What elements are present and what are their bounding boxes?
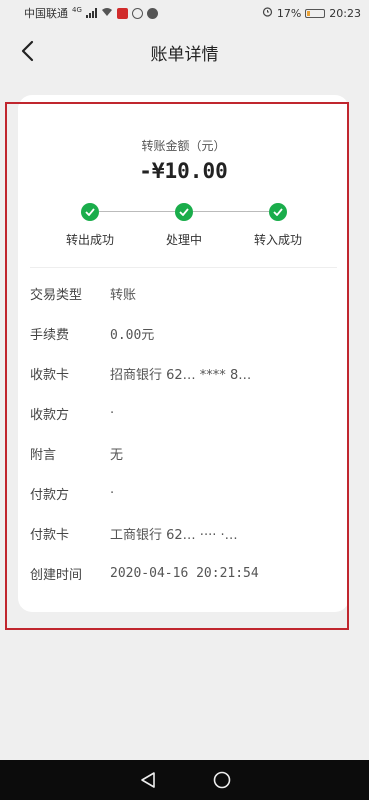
wifi-icon	[101, 7, 113, 20]
status-bar-right: 17% 20:23	[262, 6, 361, 20]
highlight-box	[5, 102, 349, 630]
title-bar: 账单详情	[0, 26, 369, 78]
chevron-left-icon	[21, 40, 34, 62]
signal-icon	[85, 8, 97, 18]
page-title: 账单详情	[150, 44, 219, 65]
nav-back-button[interactable]	[137, 769, 159, 791]
triangle-back-icon	[140, 772, 155, 788]
app-notification-icon	[116, 7, 128, 19]
chat-notification-icon	[146, 7, 158, 19]
alarm-icon	[262, 6, 273, 20]
circle-home-icon	[213, 771, 230, 789]
back-button[interactable]	[12, 36, 42, 66]
battery-percent: 17%	[276, 6, 302, 20]
status-bar-left: 中国联通 4G	[24, 5, 158, 21]
battery-icon	[305, 8, 326, 18]
network-type: 4G	[72, 6, 82, 14]
system-nav-bar	[0, 760, 369, 800]
carrier-name: 中国联通	[24, 7, 68, 20]
clock: 20:23	[329, 6, 361, 20]
status-bar: 中国联通 4G 17% 20:23	[0, 0, 369, 26]
sync-notification-icon	[131, 7, 143, 19]
nav-home-button[interactable]	[211, 769, 233, 791]
